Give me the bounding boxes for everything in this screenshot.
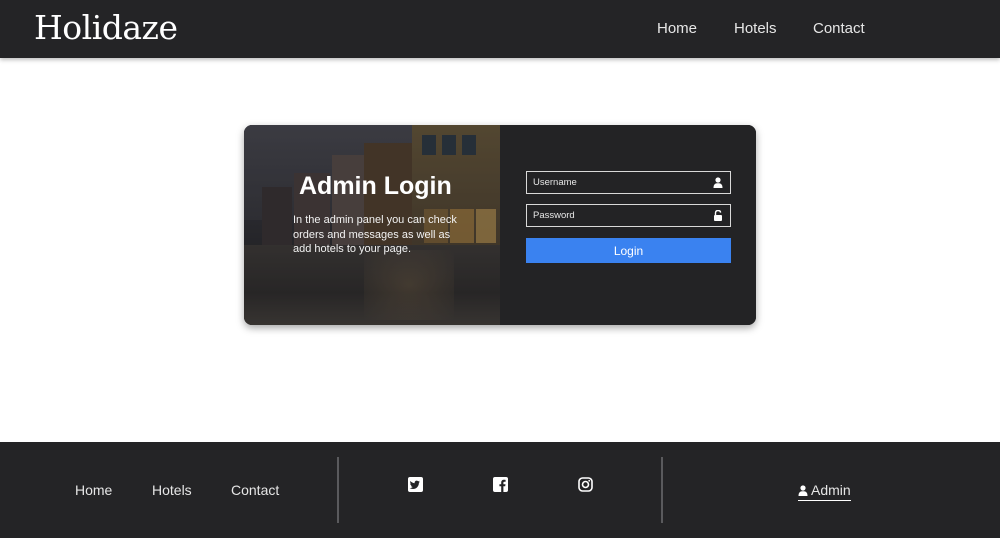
username-input[interactable] (533, 177, 703, 188)
footer-home-link[interactable]: Home (75, 482, 112, 499)
instagram-icon[interactable] (578, 477, 593, 492)
admin-login-card: Admin Login In the admin panel you can c… (244, 125, 756, 325)
site-header: Holidaze Home Hotels Contact (0, 0, 1000, 58)
password-field[interactable] (526, 204, 731, 227)
username-field[interactable] (526, 171, 731, 194)
footer-contact-link[interactable]: Contact (231, 482, 279, 499)
footer-divider-right (661, 457, 663, 523)
nav-hotels-link[interactable]: Hotels (734, 20, 777, 38)
footer-hotels-link[interactable]: Hotels (152, 482, 192, 499)
site-footer: Home Hotels Contact Admin (0, 442, 1000, 538)
password-input[interactable] (533, 210, 703, 221)
facebook-icon[interactable] (493, 477, 508, 492)
nav-home-link[interactable]: Home (657, 20, 697, 38)
login-form: Login (500, 125, 756, 325)
lock-icon (714, 210, 722, 221)
nav-contact-link[interactable]: Contact (813, 20, 865, 38)
admin-link[interactable]: Admin (798, 482, 851, 501)
login-hero-image: Admin Login In the admin panel you can c… (244, 125, 500, 325)
admin-link-label: Admin (811, 482, 851, 498)
footer-divider-left (337, 457, 339, 523)
login-description: In the admin panel you can check orders … (293, 214, 457, 255)
site-logo[interactable]: Holidaze (34, 8, 178, 48)
login-button[interactable]: Login (526, 238, 731, 263)
login-title: Admin Login (299, 172, 452, 200)
twitter-icon[interactable] (408, 477, 423, 492)
user-icon (798, 485, 808, 496)
user-icon (713, 177, 723, 188)
